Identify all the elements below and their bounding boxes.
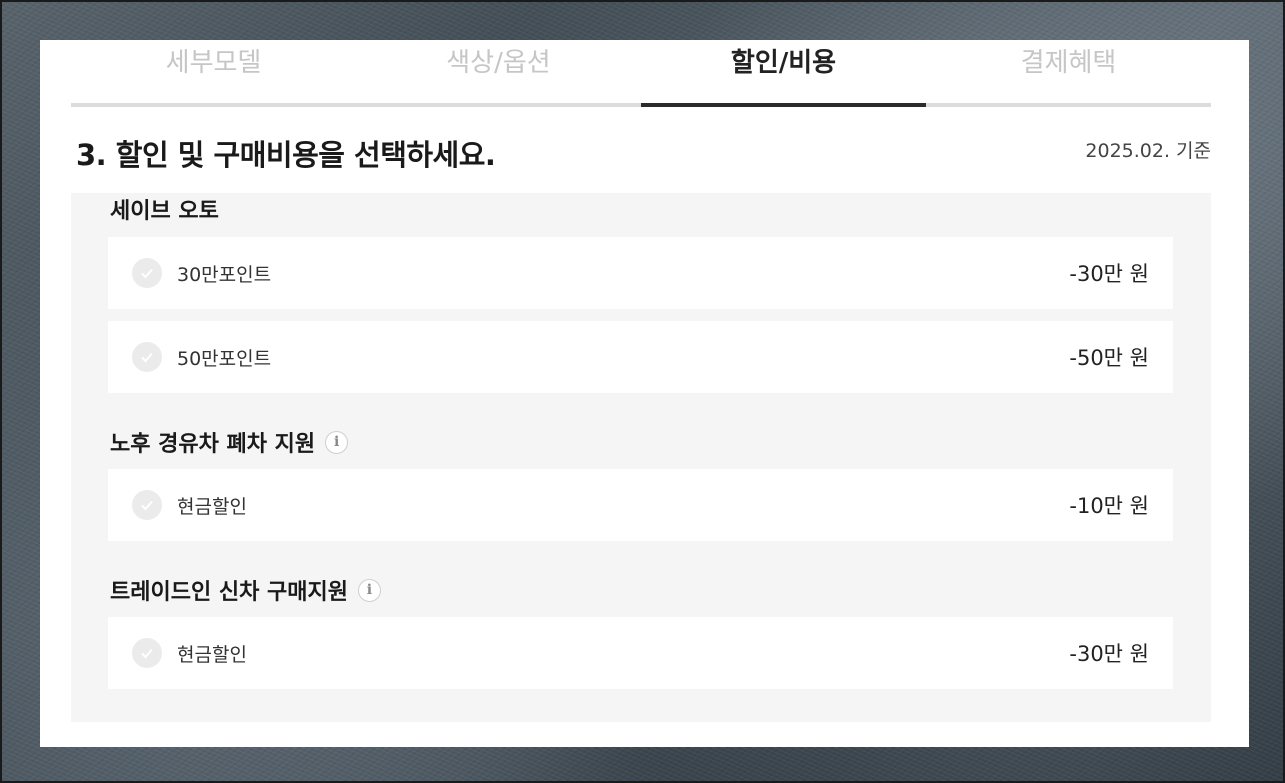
option-save-auto-30[interactable]: 30만포인트 -30만 원 xyxy=(108,237,1173,309)
section-label: 노후 경유차 폐차 지원 xyxy=(110,432,316,457)
tab-color-options[interactable]: 색상/옵션 xyxy=(356,40,641,103)
discount-options-box: 세이브 오토 30만포인트 -30만 원 50만포인트 -50만 원 노후 경유… xyxy=(71,193,1211,722)
page-title: 3. 할인 및 구매비용을 선택하세요. xyxy=(76,138,496,172)
section-title-trade-in: 트레이드인 신차 구매지원 i xyxy=(110,574,381,606)
option-label: 현금할인 xyxy=(177,495,247,518)
info-icon[interactable]: i xyxy=(325,430,349,454)
check-icon[interactable] xyxy=(132,490,162,520)
option-trade-in-cash[interactable]: 현금할인 -30만 원 xyxy=(108,617,1173,689)
reference-date: 2025.02. 기준 xyxy=(1085,140,1211,162)
discount-panel: 세부모델 색상/옵션 할인/비용 결제혜택 3. 할인 및 구매비용을 선택하세… xyxy=(40,40,1249,747)
section-title-save-auto: 세이브 오토 xyxy=(110,193,219,225)
tab-sub-model[interactable]: 세부모델 xyxy=(71,40,356,103)
step-tabs: 세부모델 색상/옵션 할인/비용 결제혜택 xyxy=(71,40,1211,107)
check-icon[interactable] xyxy=(132,638,162,668)
option-save-auto-50[interactable]: 50만포인트 -50만 원 xyxy=(108,321,1173,393)
check-icon[interactable] xyxy=(132,342,162,372)
option-label: 50만포인트 xyxy=(177,347,272,370)
check-icon[interactable] xyxy=(132,258,162,288)
tab-discount-cost[interactable]: 할인/비용 xyxy=(641,40,926,107)
info-icon[interactable]: i xyxy=(357,578,381,602)
option-amount: -50만 원 xyxy=(1069,346,1149,370)
tab-payment-benefits[interactable]: 결제혜택 xyxy=(926,40,1211,103)
option-amount: -10만 원 xyxy=(1069,494,1149,518)
section-title-diesel-scrap: 노후 경유차 폐차 지원 i xyxy=(110,426,349,458)
option-diesel-scrap-cash[interactable]: 현금할인 -10만 원 xyxy=(108,469,1173,541)
section-label: 트레이드인 신차 구매지원 xyxy=(110,580,348,605)
option-label: 30만포인트 xyxy=(177,263,272,286)
section-label: 세이브 오토 xyxy=(110,199,219,224)
option-amount: -30만 원 xyxy=(1069,262,1149,286)
option-amount: -30만 원 xyxy=(1069,642,1149,666)
option-label: 현금할인 xyxy=(177,643,247,666)
